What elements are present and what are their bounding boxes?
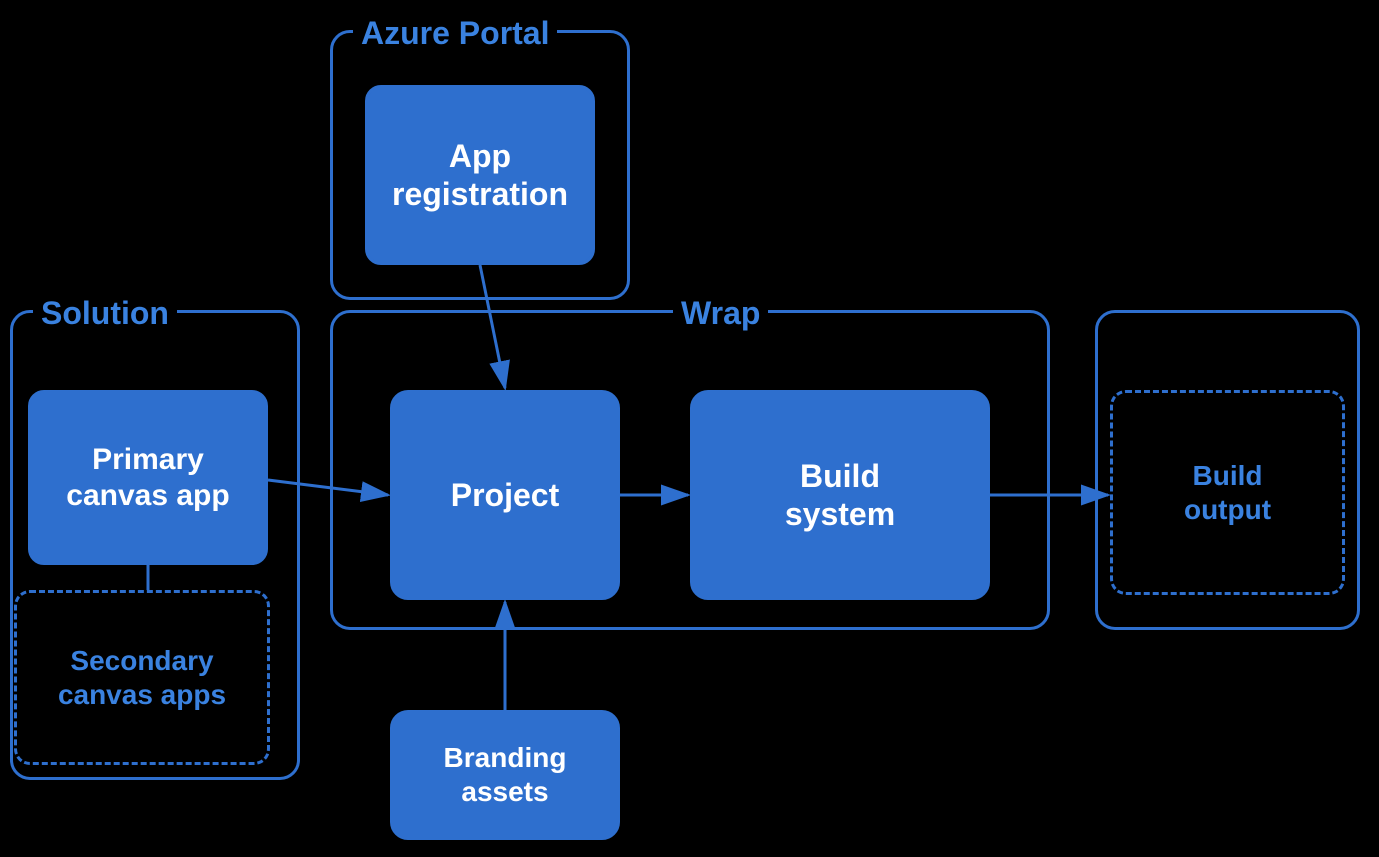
- secondary-canvas-box: Secondarycanvas apps: [14, 590, 270, 765]
- wrap-label: Wrap: [673, 295, 768, 332]
- app-registration-label: Appregistration: [392, 137, 568, 214]
- azure-portal-label: Azure Portal: [353, 15, 557, 52]
- diagram-container: Azure Portal Appregistration Solution Pr…: [0, 0, 1379, 857]
- primary-canvas-box: Primarycanvas app: [28, 390, 268, 565]
- secondary-canvas-label: Secondarycanvas apps: [58, 644, 226, 711]
- project-box: Project: [390, 390, 620, 600]
- branding-assets-box: Brandingassets: [390, 710, 620, 840]
- primary-canvas-label: Primarycanvas app: [66, 442, 229, 514]
- build-output-box: Buildoutput: [1110, 390, 1345, 595]
- branding-assets-label: Brandingassets: [444, 741, 567, 808]
- build-system-label: Buildsystem: [785, 457, 895, 534]
- build-output-label: Buildoutput: [1184, 459, 1271, 526]
- build-system-box: Buildsystem: [690, 390, 990, 600]
- app-registration-box: Appregistration: [365, 85, 595, 265]
- project-label: Project: [451, 476, 559, 514]
- solution-label: Solution: [33, 295, 177, 332]
